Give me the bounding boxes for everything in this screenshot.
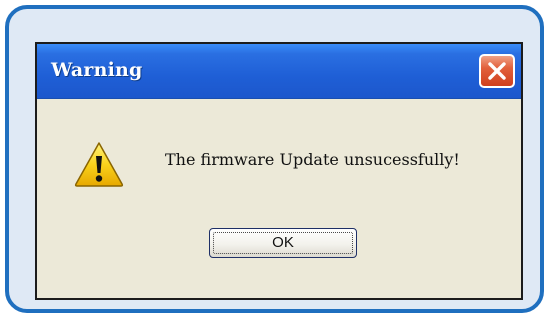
ok-button[interactable]: OK bbox=[209, 228, 357, 258]
dialog-title: Warning bbox=[51, 59, 143, 81]
warning-icon bbox=[74, 142, 124, 187]
warning-dialog: Warning The firmware Update unsucessfull… bbox=[35, 42, 523, 300]
close-button[interactable] bbox=[479, 54, 515, 88]
dialog-titlebar[interactable]: Warning bbox=[37, 44, 521, 99]
ok-button-label: OK bbox=[272, 234, 294, 251]
close-icon bbox=[488, 62, 506, 80]
dialog-message: The firmware Update unsucessfully! bbox=[165, 150, 460, 169]
